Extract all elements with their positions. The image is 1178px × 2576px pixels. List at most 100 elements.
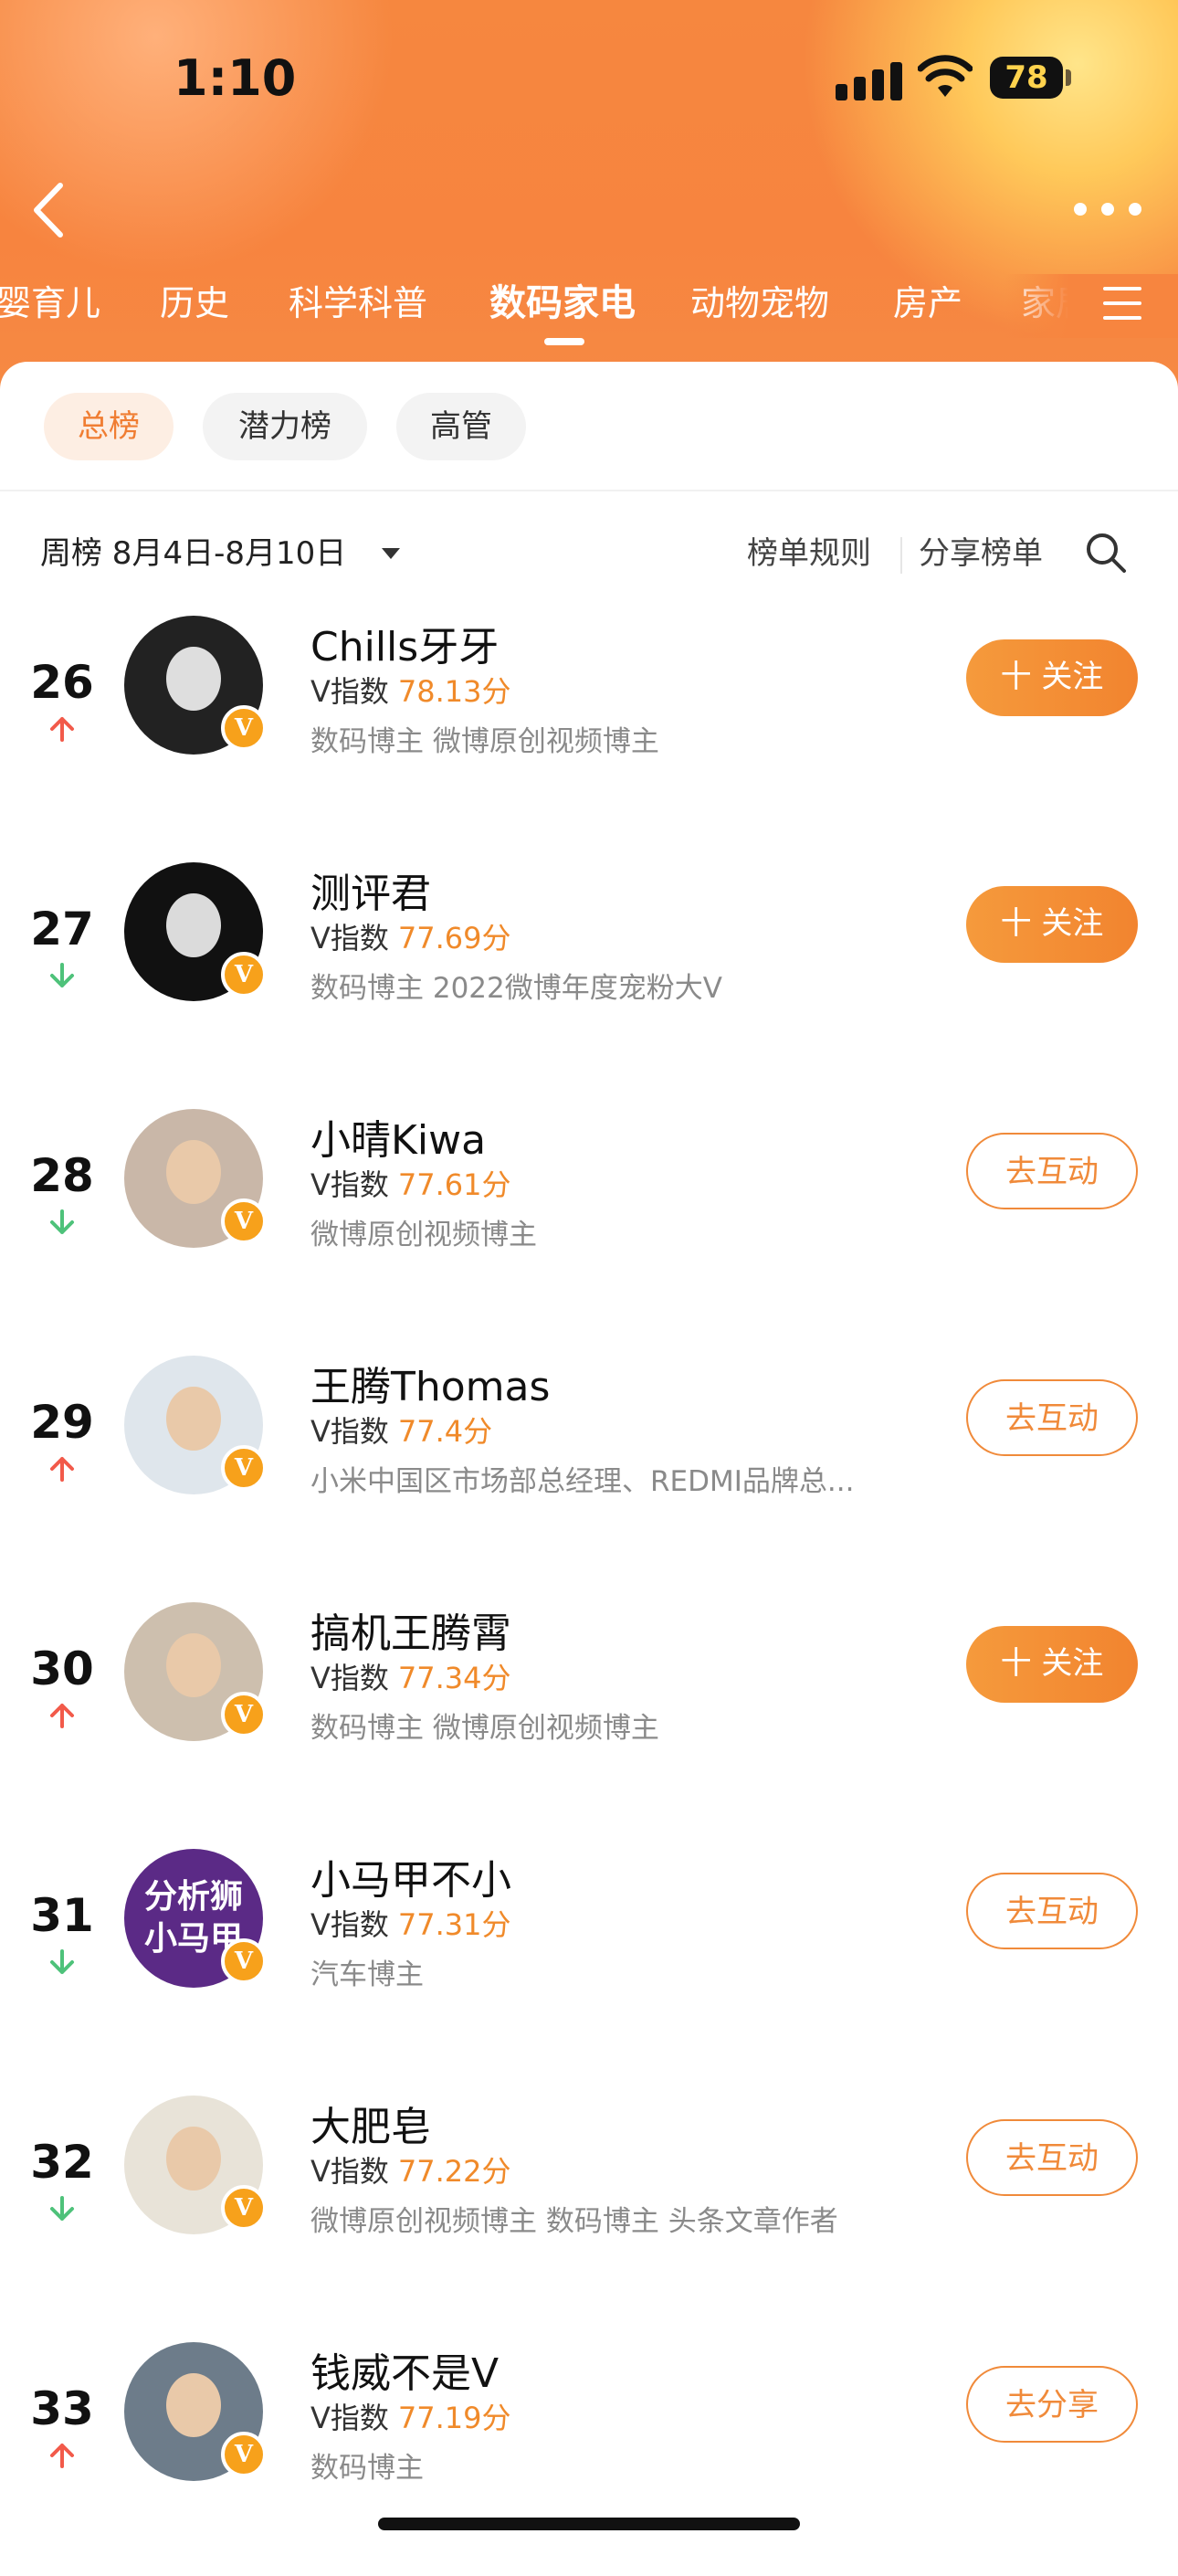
- ranking-row[interactable]: 29 V 王腾Thomas V指数 77.4分 小米中国区市场部总经理、REDMI品牌总.…: [0, 1343, 1178, 1589]
- v-index-score: 78.13分: [397, 674, 511, 709]
- rank-number: 28: [30, 1149, 94, 1202]
- trend-down-icon: [50, 1949, 74, 1974]
- tab-history[interactable]: 历史: [160, 274, 229, 333]
- tab-pets[interactable]: 动物宠物: [690, 274, 829, 333]
- cellular-signal-icon: [836, 58, 905, 100]
- ranking-row[interactable]: 26 V Chills牙牙 V指数 78.13分 数码博主 微博原创视频博主 十 关注: [0, 603, 1178, 850]
- follow-button[interactable]: 十 关注: [966, 1626, 1138, 1703]
- v-index-label: V指数: [310, 674, 389, 709]
- tab-parenting[interactable]: 婴育儿: [0, 274, 100, 333]
- user-name[interactable]: Chills牙牙: [310, 614, 499, 672]
- tab-science[interactable]: 科学科普: [289, 274, 427, 333]
- v-index-score: 77.22分: [397, 2154, 511, 2189]
- action-button[interactable]: 去互动: [966, 1379, 1138, 1456]
- v-index: V指数 77.61分: [310, 1162, 511, 1204]
- v-index-score: 77.31分: [397, 1907, 511, 1942]
- user-name[interactable]: 搞机王腾霄: [310, 1600, 511, 1659]
- ranking-row[interactable]: 32 V 大肥皂 V指数 77.22分 微博原创视频博主 数码博主 头条文章作者 去互动: [0, 2083, 1178, 2329]
- trend-up-icon: [50, 717, 74, 742]
- user-tags: 微博原创视频博主 数码博主 头条文章作者: [310, 2205, 838, 2238]
- rank-number: 33: [30, 2382, 94, 2435]
- user-tags: 数码博主 微博原创视频博主: [310, 725, 659, 758]
- trend-down-icon: [50, 2196, 74, 2221]
- avatar-text: 分析狮: [143, 1878, 243, 1916]
- battery-indicator: 78: [990, 57, 1063, 99]
- v-index-label: V指数: [310, 1167, 389, 1202]
- tab-realestate[interactable]: 房产: [893, 274, 962, 333]
- rank-number: 26: [30, 656, 94, 709]
- v-index: V指数 78.13分: [310, 669, 511, 711]
- user-name[interactable]: 王腾Thomas: [310, 1354, 550, 1412]
- ranking-row[interactable]: 30 V 搞机王腾霄 V指数 77.34分 数码博主 微博原创视频博主 十 关注: [0, 1589, 1178, 1836]
- subtab-executives[interactable]: 高管: [396, 393, 526, 460]
- share-link[interactable]: 分享榜单: [919, 528, 1043, 573]
- user-tags: 汽车博主: [310, 1958, 424, 1991]
- v-index-score: 77.69分: [397, 921, 511, 955]
- ranking-row[interactable]: 33 V 钱威不是V V指数 77.19分数码博主 去分享: [0, 2329, 1178, 2576]
- user-name[interactable]: 钱威不是V: [310, 2340, 499, 2399]
- search-icon[interactable]: [1085, 532, 1127, 574]
- user-name[interactable]: 测评君: [310, 860, 431, 919]
- action-button[interactable]: 去互动: [966, 1133, 1138, 1209]
- wifi-icon: [918, 55, 973, 97]
- caret-down-icon[interactable]: [382, 548, 400, 559]
- status-bar: 1:10 78: [0, 0, 1178, 155]
- more-options-icon[interactable]: [1074, 203, 1141, 217]
- avatar-image: [166, 1633, 221, 1697]
- tab-fade-overlay: [1004, 274, 1178, 338]
- verified-badge-icon: V: [221, 1198, 267, 1244]
- trend-up-icon: [50, 1457, 74, 1482]
- ranking-row[interactable]: 28 V 小晴Kiwa V指数 77.61分微博原创视频博主 去互动: [0, 1096, 1178, 1343]
- verified-badge-icon: V: [221, 1692, 267, 1737]
- v-index-score: 77.61分: [397, 1167, 511, 1202]
- active-tab-indicator: [544, 338, 584, 345]
- tab-digital[interactable]: 数码家电: [489, 274, 636, 333]
- ranking-row[interactable]: 27 V 测评君 V指数 77.69分数码博主 2022微博年度宠粉大V 十 关注: [0, 850, 1178, 1096]
- menu-icon[interactable]: [1103, 285, 1141, 322]
- rank-number: 31: [30, 1889, 94, 1942]
- home-indicator: [378, 2518, 800, 2530]
- avatar-image: [166, 2373, 221, 2437]
- rank-number: 29: [30, 1396, 94, 1449]
- trend-down-icon: [50, 1209, 74, 1234]
- follow-button[interactable]: 十 关注: [966, 886, 1138, 963]
- avatar-image: [166, 647, 221, 711]
- user-name[interactable]: 小晴Kiwa: [310, 1107, 486, 1166]
- follow-button[interactable]: 十 关注: [966, 639, 1138, 716]
- divider: [0, 490, 1178, 491]
- v-index-label: V指数: [310, 2401, 389, 2435]
- user-name[interactable]: 小马甲不小: [310, 1847, 511, 1906]
- trend-up-icon: [50, 2444, 74, 2468]
- rules-link[interactable]: 榜单规则: [747, 528, 871, 573]
- user-tags: 数码博主 2022微博年度宠粉大V: [310, 972, 722, 1005]
- category-tabs: 婴育儿 历史 科学科普 数码家电 动物宠物 房产 家居: [0, 274, 1178, 338]
- user-tags: 数码博主 微博原创视频博主: [310, 1712, 659, 1745]
- v-index: V指数 77.69分: [310, 915, 511, 957]
- rank-number: 27: [30, 903, 94, 955]
- avatar-image: [166, 1140, 221, 1204]
- user-tags: 微博原创视频博主: [310, 1219, 537, 1251]
- period-selector[interactable]: 周榜 8月4日-8月10日: [40, 528, 346, 573]
- action-button[interactable]: 去分享: [966, 2366, 1138, 2443]
- back-arrow-icon[interactable]: [27, 178, 73, 242]
- action-button[interactable]: 去互动: [966, 1873, 1138, 1949]
- user-tags: 数码博主: [310, 2452, 424, 2485]
- ranking-row[interactable]: 31 分析狮 小马甲 V 小马甲不小 V指数 77.31分 汽车博主 去互动: [0, 1836, 1178, 2083]
- v-index-label: V指数: [310, 921, 389, 955]
- v-index-label: V指数: [310, 1661, 389, 1695]
- v-index-label: V指数: [310, 2154, 389, 2189]
- v-index: V指数 77.22分: [310, 2148, 511, 2191]
- trend-down-icon: [50, 963, 74, 987]
- verified-badge-icon: V: [221, 1445, 267, 1491]
- subtab-potential[interactable]: 潜力榜: [203, 393, 367, 460]
- v-index: V指数 77.19分: [310, 2395, 511, 2437]
- subtab-overall[interactable]: 总榜: [44, 393, 174, 460]
- v-index: V指数 77.31分: [310, 1902, 511, 1944]
- v-index-score: 77.19分: [397, 2401, 511, 2435]
- user-name[interactable]: 大肥皂: [310, 2094, 431, 2152]
- action-button[interactable]: 去互动: [966, 2119, 1138, 2196]
- v-index: V指数 77.34分: [310, 1655, 511, 1697]
- verified-badge-icon: V: [221, 2185, 267, 2231]
- verified-badge-icon: V: [221, 952, 267, 998]
- verified-badge-icon: V: [221, 2432, 267, 2477]
